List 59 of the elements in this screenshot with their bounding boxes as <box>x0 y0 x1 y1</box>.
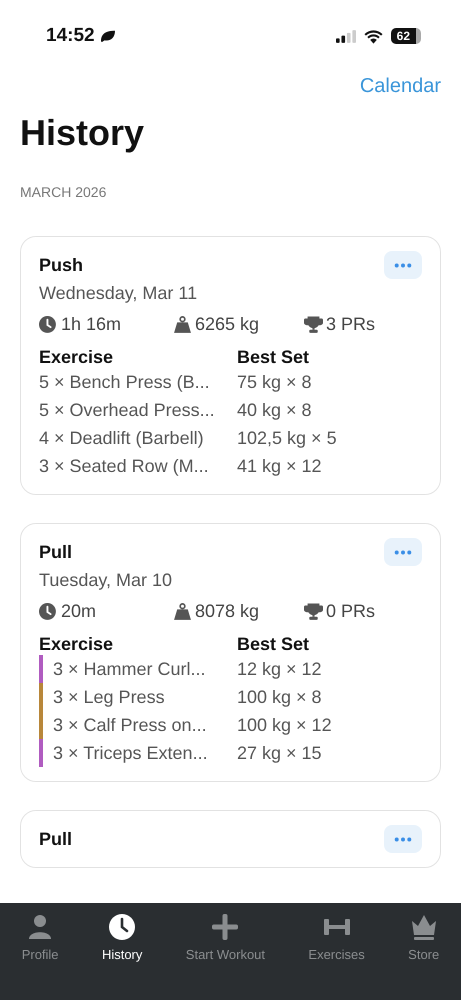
workout-date: Tuesday, Mar 10 <box>39 570 174 591</box>
more-icon <box>394 262 412 268</box>
more-button[interactable] <box>384 825 422 853</box>
wifi-icon <box>364 28 383 44</box>
exercise-name: 3 × Seated Row (M... <box>39 456 210 476</box>
best-set: 102,5 kg × 5 <box>237 428 338 448</box>
best-set: 41 kg × 12 <box>237 456 323 476</box>
tab[interactable]: Start Workout <box>184 913 268 962</box>
page-title: History <box>20 112 146 154</box>
more-button[interactable] <box>384 251 422 279</box>
column-header: Exercise <box>39 347 114 368</box>
tab[interactable]: Exercises <box>306 913 367 962</box>
workout-prs: 3 PRs <box>326 314 376 335</box>
exercise-name: 3 × Triceps Exten... <box>53 742 208 764</box>
section-header: MARCH 2026 <box>20 184 108 200</box>
tab[interactable]: Store <box>406 913 442 962</box>
clock-icon <box>39 602 58 620</box>
workout-volume: 6265 kg <box>195 314 260 335</box>
workout-date: Wednesday, Mar 11 <box>39 283 198 304</box>
column-header: Exercise <box>39 634 114 655</box>
best-set: 12 kg × 12 <box>237 658 323 680</box>
clock-icon <box>108 913 136 941</box>
clock-icon <box>39 316 58 334</box>
workout-name: Pull <box>39 828 72 850</box>
best-set: 100 kg × 12 <box>237 714 333 736</box>
best-set: 27 kg × 15 <box>237 742 323 764</box>
best-set: 75 kg × 8 <box>237 372 313 392</box>
leaf-icon <box>98 29 117 43</box>
workout-duration: 20m <box>61 601 96 622</box>
exercise-name: 3 × Leg Press <box>53 686 165 708</box>
exercise-name: 3 × Hammer Curl... <box>53 658 206 680</box>
workout-prs: 0 PRs <box>326 601 376 622</box>
more-button[interactable] <box>384 538 422 566</box>
exercise-name: 5 × Overhead Press... <box>39 400 216 420</box>
column-header: Best Set <box>237 347 310 368</box>
crown-icon <box>410 913 438 941</box>
trophy-icon <box>304 316 323 334</box>
trophy-icon <box>304 602 323 620</box>
cellular-signal-icon <box>336 30 356 42</box>
best-set: 40 kg × 8 <box>237 400 313 420</box>
tab[interactable]: Profile <box>20 913 61 962</box>
tab[interactable]: History <box>100 913 144 962</box>
exercise-name: 4 × Deadlift (Barbell) <box>39 428 205 448</box>
exercise-name: 3 × Calf Press on... <box>53 714 207 736</box>
calendar-link[interactable]: Calendar <box>360 75 441 98</box>
weight-icon <box>173 602 192 620</box>
status-time: 14:52 <box>46 25 95 47</box>
weight-icon <box>173 316 192 334</box>
battery-level: 62 <box>390 28 421 44</box>
workout-volume: 8078 kg <box>195 601 260 622</box>
column-header: Best Set <box>237 634 310 655</box>
exercise-name: 5 × Bench Press (B... <box>39 372 211 392</box>
workout-duration: 1h 16m <box>61 314 122 335</box>
best-set: 100 kg × 8 <box>237 686 323 708</box>
workout-name: Pull <box>39 542 72 562</box>
more-icon <box>394 550 412 554</box>
more-icon <box>394 836 412 842</box>
workout-name: Push <box>39 254 84 276</box>
plus-icon <box>211 913 240 941</box>
